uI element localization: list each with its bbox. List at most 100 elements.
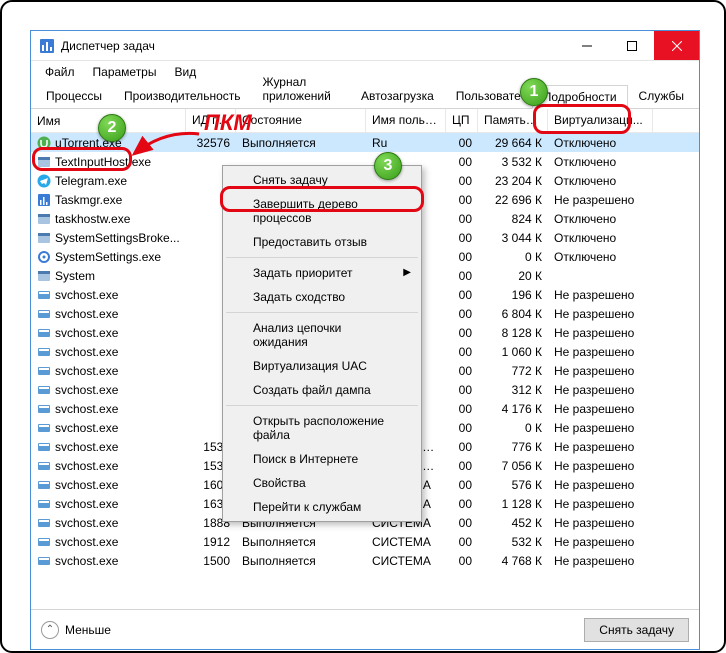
tab-services[interactable]: Службы xyxy=(628,84,695,108)
process-icon xyxy=(37,402,51,416)
tab-performance[interactable]: Производительность xyxy=(113,84,251,108)
process-name: svchost.exe xyxy=(55,288,118,302)
cell-virt: Не разрешено xyxy=(548,534,653,550)
process-name: svchost.exe xyxy=(55,383,118,397)
process-icon xyxy=(37,288,51,302)
table-row[interactable]: svchost.exe1912ВыполняетсяСИСТЕМА00532 К… xyxy=(31,532,699,551)
process-name: svchost.exe xyxy=(55,402,118,416)
process-icon xyxy=(37,440,51,454)
menu-view[interactable]: Вид xyxy=(166,63,204,81)
col-header-user[interactable]: Имя польз... xyxy=(366,109,446,132)
cell-cpu: 00 xyxy=(446,173,478,189)
cell-cpu: 00 xyxy=(446,553,478,569)
process-name: svchost.exe xyxy=(55,440,118,454)
cell-mem: 4 176 К xyxy=(478,401,548,417)
titlebar: Диспетчер задач xyxy=(31,31,699,61)
cm-uac-virt[interactable]: Виртуализация UAC xyxy=(225,354,419,378)
cell-cpu: 00 xyxy=(446,401,478,417)
cell-virt: Не разрешено xyxy=(548,553,653,569)
cm-separator xyxy=(226,257,418,258)
cell-virt: Не разрешено xyxy=(548,420,653,436)
cm-open-location[interactable]: Открыть расположение файла xyxy=(225,409,419,447)
cell-virt: Не разрешено xyxy=(548,515,653,531)
process-icon xyxy=(37,269,51,283)
cell-virt: Отключено xyxy=(548,249,653,265)
tabbar: Процессы Производительность Журнал прило… xyxy=(31,83,699,109)
process-icon xyxy=(37,212,51,226)
menu-file[interactable]: Файл xyxy=(37,63,83,81)
cell-virt: Не разрешено xyxy=(548,344,653,360)
cm-dump[interactable]: Создать файл дампа xyxy=(225,378,419,402)
cm-feedback[interactable]: Предоставить отзыв xyxy=(225,230,419,254)
table-row[interactable]: svchost.exe1500ВыполняетсяСИСТЕМА004 768… xyxy=(31,551,699,570)
chevron-up-icon[interactable]: ⌃ xyxy=(41,621,59,639)
cell-user: Ru xyxy=(366,135,446,151)
cell-cpu: 00 xyxy=(446,515,478,531)
context-menu: Снять задачу Завершить дерево процессов … xyxy=(222,165,422,522)
cm-search-online[interactable]: Поиск в Интернете xyxy=(225,447,419,471)
cell-cpu: 00 xyxy=(446,382,478,398)
process-icon xyxy=(37,345,51,359)
cell-cpu: 00 xyxy=(446,154,478,170)
process-name: svchost.exe xyxy=(55,364,118,378)
process-icon xyxy=(37,307,51,321)
cell-cpu: 00 xyxy=(446,534,478,550)
cell-cpu: 00 xyxy=(446,344,478,360)
end-task-button[interactable]: Снять задачу xyxy=(584,618,689,642)
process-name: System xyxy=(55,269,95,283)
cell-cpu: 00 xyxy=(446,477,478,493)
cell-mem: 1 060 К xyxy=(478,344,548,360)
cell-virt xyxy=(548,275,653,277)
col-header-state[interactable]: Состояние xyxy=(236,109,366,132)
cm-separator xyxy=(226,312,418,313)
col-header-mem[interactable]: Память (а... xyxy=(478,109,548,132)
cell-virt: Отключено xyxy=(548,154,653,170)
tab-processes[interactable]: Процессы xyxy=(35,84,113,108)
cell-mem: 8 128 К xyxy=(478,325,548,341)
process-name: Telegram.exe xyxy=(55,174,127,188)
cell-state: Выполняется xyxy=(236,534,366,550)
process-icon xyxy=(37,231,51,245)
cell-virt: Не разрешено xyxy=(548,363,653,379)
cell-cpu: 00 xyxy=(446,287,478,303)
process-icon xyxy=(37,250,51,264)
cm-end-tree[interactable]: Завершить дерево процессов xyxy=(225,192,419,230)
process-name: svchost.exe xyxy=(55,554,118,568)
col-header-virt[interactable]: Виртуализаци... xyxy=(548,109,653,132)
cell-virt: Не разрешено xyxy=(548,401,653,417)
cell-cpu: 00 xyxy=(446,420,478,436)
cm-goto-services[interactable]: Перейти к службам xyxy=(225,495,419,519)
cell-mem: 576 К xyxy=(478,477,548,493)
menu-options[interactable]: Параметры xyxy=(85,63,165,81)
process-icon xyxy=(37,364,51,378)
minimize-button[interactable] xyxy=(564,31,609,60)
cell-mem: 0 К xyxy=(478,420,548,436)
menubar: Файл Параметры Вид xyxy=(31,61,699,83)
cell-virt: Отключено xyxy=(548,211,653,227)
tab-startup[interactable]: Автозагрузка xyxy=(350,84,445,108)
cm-properties[interactable]: Свойства xyxy=(225,471,419,495)
tab-apphistory[interactable]: Журнал приложений xyxy=(252,70,350,108)
cell-virt: Отключено xyxy=(548,135,653,151)
cell-mem: 532 К xyxy=(478,534,548,550)
process-icon xyxy=(37,155,51,169)
process-icon xyxy=(37,326,51,340)
process-icon xyxy=(37,497,51,511)
process-icon xyxy=(37,554,51,568)
table-row[interactable]: uTorrent.exe32576ВыполняетсяRu0029 664 К… xyxy=(31,133,699,152)
process-name: svchost.exe xyxy=(55,421,118,435)
cell-cpu: 00 xyxy=(446,192,478,208)
tab-users[interactable]: Пользовате xyxy=(445,84,532,108)
col-header-cpu[interactable]: ЦП xyxy=(446,109,478,132)
process-name: SystemSettingsBroke... xyxy=(55,231,180,245)
close-button[interactable] xyxy=(654,31,699,60)
cm-priority[interactable]: Задать приоритет▶ xyxy=(225,261,419,285)
fewer-details-label[interactable]: Меньше xyxy=(65,623,111,637)
cell-cpu: 00 xyxy=(446,268,478,284)
cm-analyze-wait[interactable]: Анализ цепочки ожидания xyxy=(225,316,419,354)
window-title: Диспетчер задач xyxy=(61,39,564,53)
cm-affinity[interactable]: Задать сходство xyxy=(225,285,419,309)
maximize-button[interactable] xyxy=(609,31,654,60)
process-name: svchost.exe xyxy=(55,459,118,473)
cell-virt: Не разрешено xyxy=(548,496,653,512)
